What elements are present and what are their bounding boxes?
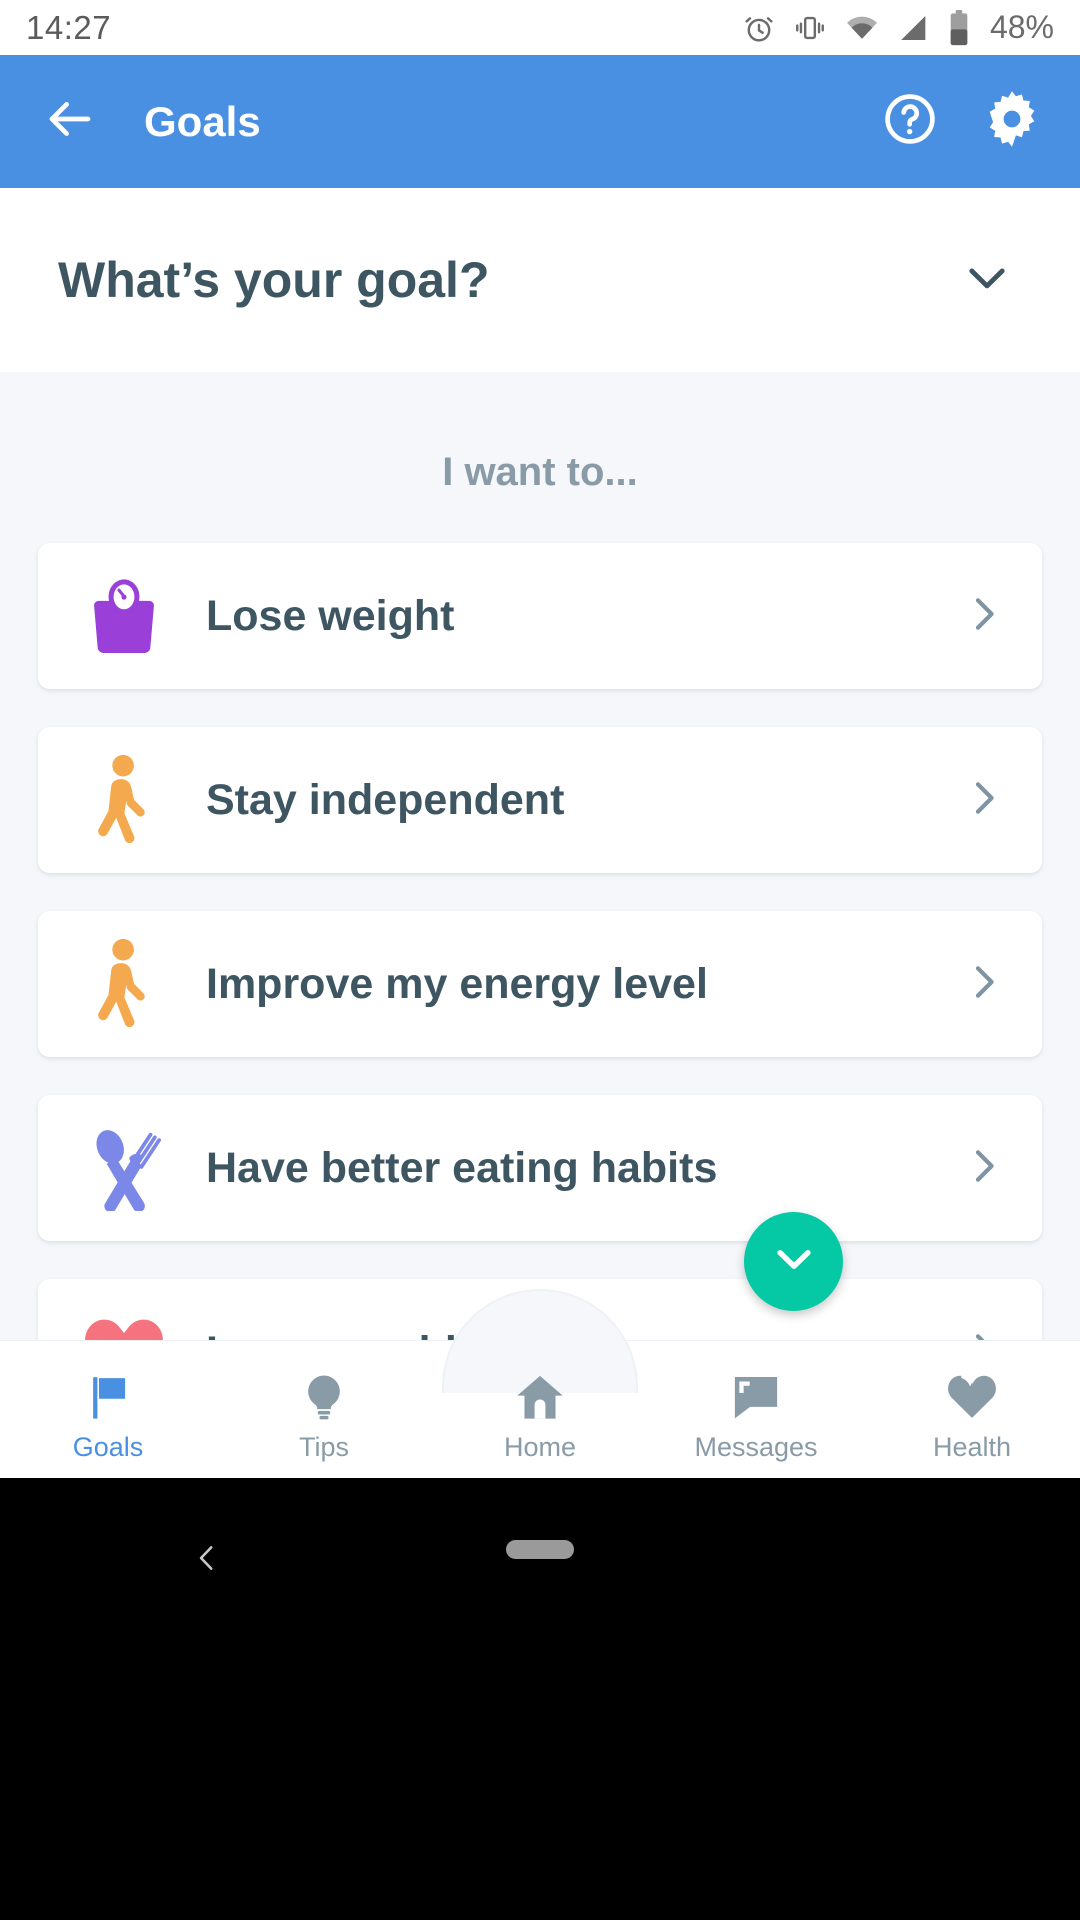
goal-row-chevron[interactable] <box>956 774 1012 827</box>
nav-label: Health <box>932 1432 1012 1462</box>
scroll-down-fab[interactable] <box>744 1212 843 1311</box>
page-title: Goals <box>144 97 261 145</box>
battery-icon <box>948 9 970 46</box>
wifi-icon <box>844 11 880 45</box>
nav-item-health[interactable]: Health <box>864 1341 1080 1478</box>
chevron-right-icon <box>960 958 1008 1011</box>
help-circle-icon <box>882 91 938 152</box>
gear-icon <box>982 89 1042 154</box>
status-icon-group: 48% <box>742 9 1054 46</box>
chevron-right-icon <box>960 774 1008 827</box>
walking-person-icon <box>68 934 180 1034</box>
android-system-nav <box>0 1478 1080 1920</box>
app-bar-actions <box>878 90 1044 154</box>
battery-percent: 48% <box>989 9 1054 45</box>
chevron-down-icon <box>767 1232 821 1291</box>
home-icon <box>512 1362 568 1424</box>
vibrate-icon <box>793 11 827 45</box>
chevron-right-icon <box>960 1142 1008 1195</box>
goal-list-subtitle: I want to... <box>442 450 638 494</box>
fork-spoon-icon <box>68 1118 180 1218</box>
goal-list-scroll-area: I want to... Lose weight Stay independen… <box>0 372 1080 1425</box>
goal-label: Lose weight <box>206 591 455 640</box>
nav-label: Goals <box>72 1432 144 1462</box>
speech-bubble-icon <box>728 1362 784 1424</box>
goal-row-chevron[interactable] <box>956 1142 1012 1195</box>
goal-card-eating-habits[interactable]: Have better eating habits <box>38 1095 1042 1241</box>
settings-button[interactable] <box>980 90 1044 154</box>
goal-card-stay-independent[interactable]: Stay independent <box>38 727 1042 873</box>
bottom-navigation-bar: Goals Tips Home Messages Health <box>0 1289 1080 1478</box>
chevron-right-icon <box>960 590 1008 643</box>
back-button[interactable] <box>36 88 104 156</box>
status-bar: 14:27 48% <box>0 0 1080 55</box>
nav-item-messages[interactable]: Messages <box>648 1341 864 1478</box>
weight-scale-icon <box>68 566 180 666</box>
goal-card-improve-energy[interactable]: Improve my energy level <box>38 911 1042 1057</box>
question-header[interactable]: What’s your goal? <box>0 188 1080 372</box>
home-pill-handle[interactable] <box>506 1540 574 1559</box>
goal-label: Stay independent <box>206 775 565 824</box>
status-time: 14:27 <box>26 8 112 46</box>
nav-label: Tips <box>298 1432 349 1462</box>
nav-label: Home <box>503 1432 577 1462</box>
goal-row-chevron[interactable] <box>956 958 1012 1011</box>
nav-item-tips[interactable]: Tips <box>216 1341 432 1478</box>
chevron-down-icon <box>959 250 1015 311</box>
app-bar: Goals <box>0 55 1080 188</box>
goal-label: Improve my energy level <box>206 959 708 1008</box>
nav-label: Messages <box>694 1432 818 1462</box>
back-arrow-icon <box>43 92 97 151</box>
system-back-button[interactable] <box>190 1538 224 1583</box>
heart-icon <box>944 1362 1000 1424</box>
help-button[interactable] <box>878 90 942 154</box>
question-title: What’s your goal? <box>58 252 490 308</box>
goal-row-chevron[interactable] <box>956 590 1012 643</box>
goal-label: Have better eating habits <box>206 1143 718 1192</box>
nav-item-home[interactable]: Home <box>432 1289 648 1478</box>
alarm-icon <box>742 11 776 45</box>
goal-card-lose-weight[interactable]: Lose weight <box>38 543 1042 689</box>
cellular-signal-icon <box>897 11 931 45</box>
walking-person-icon <box>68 750 180 850</box>
flag-icon <box>81 1362 135 1424</box>
nav-item-goals[interactable]: Goals <box>0 1341 216 1478</box>
phone-screen: 14:27 48% Goals What’s your goal? I want… <box>0 0 1080 1920</box>
collapse-toggle-button[interactable] <box>952 245 1022 315</box>
lightbulb-icon <box>298 1362 350 1424</box>
